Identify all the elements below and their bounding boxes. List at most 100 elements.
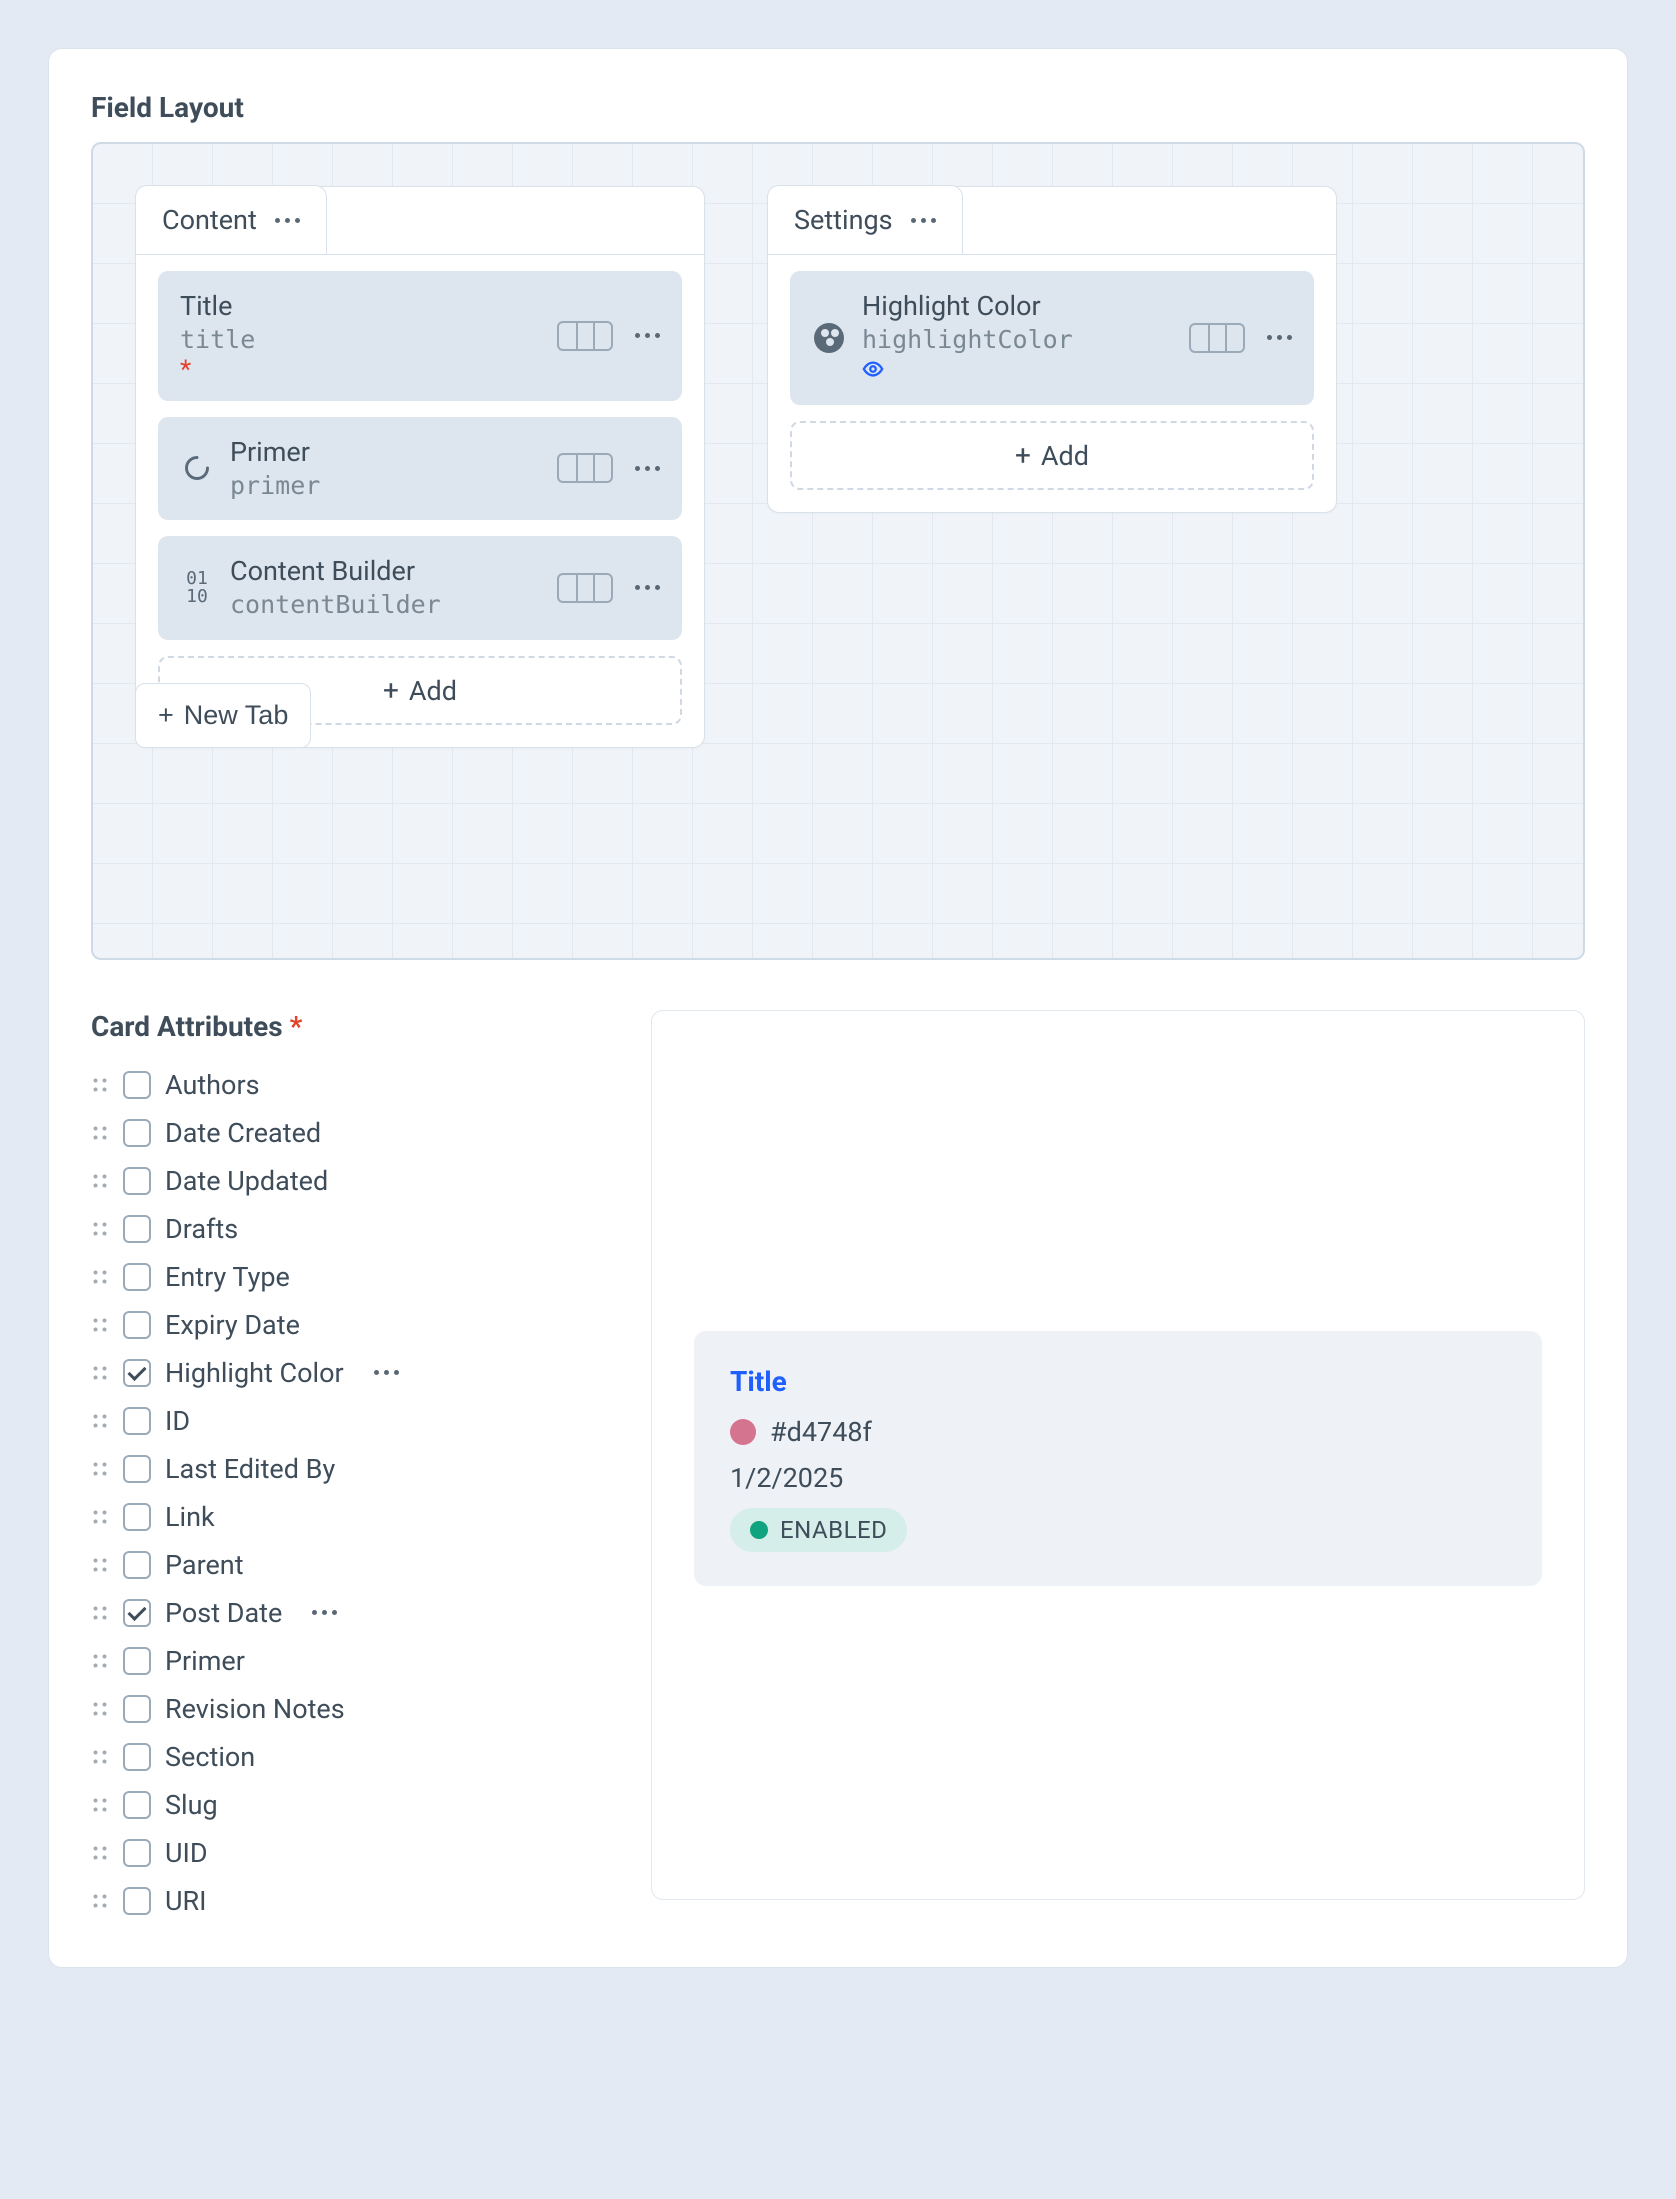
card-attribute-item[interactable]: Date Created	[91, 1109, 611, 1157]
checkbox[interactable]	[123, 1791, 151, 1819]
drag-handle-icon[interactable]	[91, 1604, 109, 1622]
checkbox[interactable]	[123, 1167, 151, 1195]
drag-handle-icon[interactable]	[91, 1652, 109, 1670]
checkbox[interactable]	[123, 1407, 151, 1435]
checkbox[interactable]	[123, 1887, 151, 1915]
field-info: Primer primer	[230, 435, 541, 503]
field-actions-icon[interactable]	[1267, 335, 1292, 340]
field-actions-icon[interactable]	[635, 333, 660, 338]
visibility-icon	[862, 357, 884, 387]
card-attribute-label: Authors	[165, 1069, 260, 1101]
tab-card-settings: Settings Highlight Color highlightColor	[767, 186, 1337, 513]
drag-handle-icon[interactable]	[91, 1124, 109, 1142]
drag-handle-icon[interactable]	[91, 1076, 109, 1094]
checkbox[interactable]	[123, 1119, 151, 1147]
drag-handle-icon[interactable]	[91, 1412, 109, 1430]
checkbox[interactable]	[123, 1743, 151, 1771]
card-preview-panel: Title #d4748f 1/2/2025 ENABLED	[651, 1010, 1585, 1900]
card-attribute-item[interactable]: ID	[91, 1397, 611, 1445]
card-attribute-item[interactable]: Section	[91, 1733, 611, 1781]
card-attribute-label: Section	[165, 1741, 255, 1773]
card-attribute-item[interactable]: Highlight Color	[91, 1349, 611, 1397]
card-preview-date: 1/2/2025	[730, 1462, 1506, 1494]
checkbox[interactable]	[123, 1695, 151, 1723]
card-attribute-label: Slug	[165, 1789, 218, 1821]
drag-handle-icon[interactable]	[91, 1364, 109, 1382]
drag-handle-icon[interactable]	[91, 1556, 109, 1574]
field-label: Title	[180, 289, 541, 324]
field-row-title[interactable]: Title title *	[158, 271, 682, 401]
card-attribute-item[interactable]: Parent	[91, 1541, 611, 1589]
card-attribute-item[interactable]: Link	[91, 1493, 611, 1541]
card-attribute-item[interactable]: Revision Notes	[91, 1685, 611, 1733]
width-handle[interactable]	[1189, 323, 1245, 353]
color-hex: #d4748f	[770, 1416, 872, 1448]
tab-actions-icon[interactable]	[275, 218, 300, 223]
tab-body: Title title *	[136, 254, 704, 747]
drag-handle-icon[interactable]	[91, 1172, 109, 1190]
checkbox[interactable]	[123, 1503, 151, 1531]
card-attribute-item[interactable]: Drafts	[91, 1205, 611, 1253]
drag-handle-icon[interactable]	[91, 1508, 109, 1526]
drag-handle-icon[interactable]	[91, 1892, 109, 1910]
color-swatch	[730, 1419, 756, 1445]
card-attribute-label: Primer	[165, 1645, 245, 1677]
attribute-actions-icon[interactable]	[374, 1370, 399, 1375]
drag-handle-icon[interactable]	[91, 1316, 109, 1334]
tab-card-content: Content Title title *	[135, 186, 705, 748]
card-attribute-item[interactable]: Primer	[91, 1637, 611, 1685]
plus-icon: +	[383, 674, 399, 707]
card-attribute-item[interactable]: Post Date	[91, 1589, 611, 1637]
field-label: Primer	[230, 435, 541, 470]
new-tab-button[interactable]: + New Tab	[135, 683, 311, 748]
field-actions-icon[interactable]	[635, 466, 660, 471]
field-actions-icon[interactable]	[635, 585, 660, 590]
checkbox[interactable]	[123, 1599, 151, 1627]
field-row-highlight-color[interactable]: Highlight Color highlightColor	[790, 271, 1314, 405]
card-attribute-item[interactable]: Slug	[91, 1781, 611, 1829]
drag-handle-icon[interactable]	[91, 1268, 109, 1286]
attribute-actions-icon[interactable]	[312, 1610, 337, 1615]
card-attribute-item[interactable]: Last Edited By	[91, 1445, 611, 1493]
card-attribute-item[interactable]: Expiry Date	[91, 1301, 611, 1349]
tab-actions-icon[interactable]	[911, 218, 936, 223]
status-dot-icon	[750, 1521, 768, 1539]
checkbox[interactable]	[123, 1071, 151, 1099]
add-field-button[interactable]: +Add	[790, 421, 1314, 490]
checkbox[interactable]	[123, 1311, 151, 1339]
field-row-primer[interactable]: Primer primer	[158, 417, 682, 521]
card-attribute-item[interactable]: UID	[91, 1829, 611, 1877]
checkbox[interactable]	[123, 1263, 151, 1291]
plus-icon: +	[158, 700, 174, 731]
field-row-content-builder[interactable]: 0110 Content Builder contentBuilder	[158, 536, 682, 640]
drag-handle-icon[interactable]	[91, 1460, 109, 1478]
card-attribute-item[interactable]: URI	[91, 1877, 611, 1925]
checkbox[interactable]	[123, 1215, 151, 1243]
card-attribute-item[interactable]: Entry Type	[91, 1253, 611, 1301]
checkbox[interactable]	[123, 1839, 151, 1867]
palette-icon	[812, 321, 846, 355]
card-attribute-label: Post Date	[165, 1597, 282, 1629]
drag-handle-icon[interactable]	[91, 1844, 109, 1862]
plus-icon: +	[1015, 439, 1031, 472]
width-handle[interactable]	[557, 321, 613, 351]
card-attribute-label: Date Created	[165, 1117, 321, 1149]
card-attribute-label: Revision Notes	[165, 1693, 345, 1725]
tab-header-settings[interactable]: Settings	[767, 185, 963, 254]
checkbox[interactable]	[123, 1551, 151, 1579]
card-attribute-item[interactable]: Authors	[91, 1061, 611, 1109]
checkbox[interactable]	[123, 1647, 151, 1675]
drag-handle-icon[interactable]	[91, 1700, 109, 1718]
width-handle[interactable]	[557, 573, 613, 603]
card-attribute-label: Date Updated	[165, 1165, 328, 1197]
card-preview-title[interactable]: Title	[730, 1365, 1506, 1398]
drag-handle-icon[interactable]	[91, 1748, 109, 1766]
field-layout-heading: Field Layout	[91, 91, 1585, 124]
card-attribute-item[interactable]: Date Updated	[91, 1157, 611, 1205]
checkbox[interactable]	[123, 1455, 151, 1483]
drag-handle-icon[interactable]	[91, 1796, 109, 1814]
width-handle[interactable]	[557, 453, 613, 483]
checkbox[interactable]	[123, 1359, 151, 1387]
drag-handle-icon[interactable]	[91, 1220, 109, 1238]
tab-header-content[interactable]: Content	[135, 185, 327, 254]
